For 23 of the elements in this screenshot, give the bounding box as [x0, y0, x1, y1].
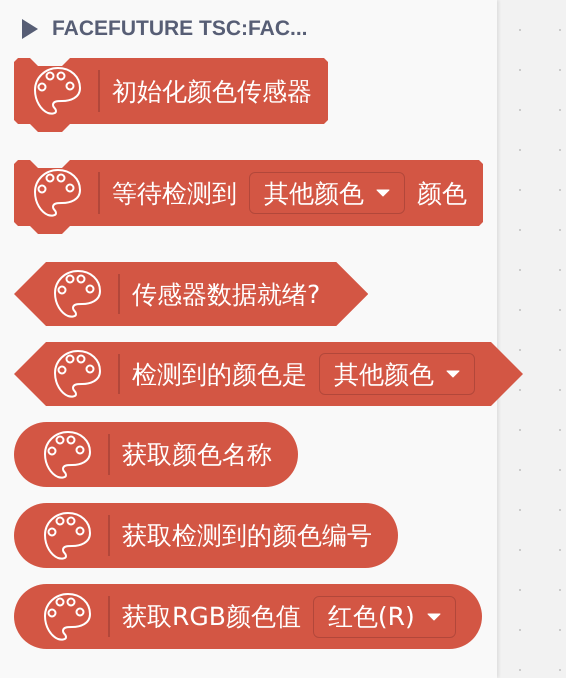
block-label: 初始化颜色传感器	[112, 78, 312, 104]
block-label: 获取颜色名称	[122, 442, 272, 467]
expand-arrow-icon[interactable]	[22, 19, 38, 39]
block-label: 等待检测到	[112, 180, 237, 206]
reporter-block[interactable]: 获取颜色名称	[14, 422, 298, 487]
block-label: 检测到的颜色是	[132, 362, 307, 386]
boolean-block[interactable]: 传感器数据就绪?	[14, 262, 368, 326]
dropdown[interactable]: 红色(R)	[312, 596, 456, 638]
caret-icon	[446, 370, 460, 378]
command-block[interactable]: 等待检测到 其他颜色 颜色	[14, 160, 483, 236]
reporter-block[interactable]: 获取检测到的颜色编号	[14, 503, 398, 568]
block-label: 获取检测到的颜色编号	[122, 523, 372, 548]
category-title: FACEFUTURE TSC:FAC...	[52, 17, 308, 41]
block-label: 传感器数据就绪?	[132, 282, 320, 306]
caret-icon	[426, 612, 441, 620]
dropdown[interactable]: 其他颜色	[319, 353, 475, 395]
boolean-block[interactable]: 检测到的颜色是 其他颜色	[14, 342, 523, 406]
block-label: 获取RGB颜色值	[122, 604, 301, 629]
dropdown[interactable]: 其他颜色	[249, 172, 405, 214]
reporter-block[interactable]: 获取RGB颜色值 红色(R)	[14, 584, 482, 649]
caret-icon	[376, 189, 390, 197]
block-label: 颜色	[417, 180, 467, 206]
command-block[interactable]: 初始化颜色传感器	[14, 58, 328, 134]
